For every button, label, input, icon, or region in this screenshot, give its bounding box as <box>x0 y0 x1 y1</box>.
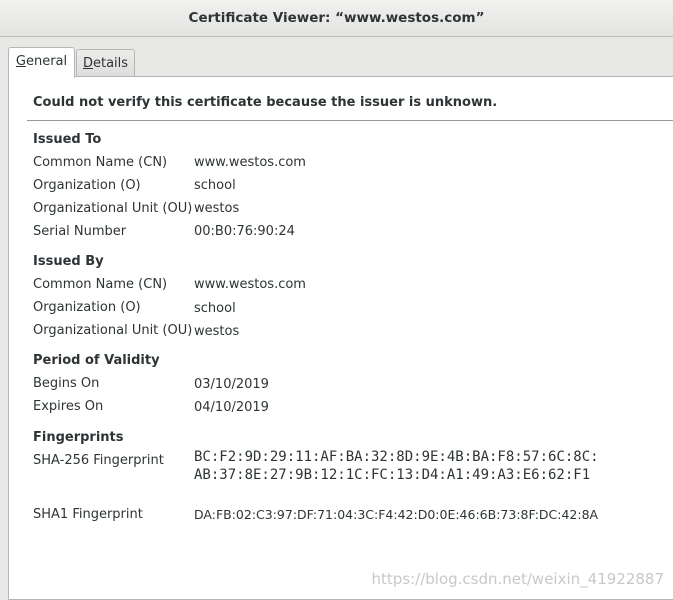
tab-details-mnemonic: D <box>82 56 93 71</box>
sha1-fingerprint-label: SHA1 Fingerprint <box>33 507 143 522</box>
issued-by-ou-label: Organizational Unit (OU) <box>33 323 193 338</box>
tab-general-mnemonic: G <box>15 54 26 69</box>
expires-on-label: Expires On <box>33 399 104 414</box>
serial-number-value[interactable]: 00:B0:76:90:24 <box>194 224 295 239</box>
issued-to-cn-label: Common Name (CN) <box>33 155 168 170</box>
issued-by-cn-label: Common Name (CN) <box>33 277 168 292</box>
sha256-fingerprint-line-2[interactable]: AB:37:8E:27:9B:12:1C:FC:13:D4:A1:49:A3:E… <box>194 467 590 484</box>
serial-number-label: Serial Number <box>33 224 127 239</box>
issued-to-o-value[interactable]: school <box>194 178 236 193</box>
begins-on-label: Begins On <box>33 376 100 391</box>
tab-general[interactable]: General <box>8 47 75 78</box>
fingerprints-heading: Fingerprints <box>33 430 124 445</box>
expires-on-value[interactable]: 04/10/2019 <box>194 400 269 415</box>
title-bar[interactable]: Certificate Viewer: “www.westos.com” <box>0 0 673 37</box>
separator <box>27 120 673 121</box>
sha256-fingerprint-line-1[interactable]: BC:F2:9D:29:11:AF:BA:32:8D:9E:4B:BA:F8:5… <box>194 449 599 466</box>
general-panel: Could not verify this certificate becaus… <box>8 76 673 600</box>
issued-to-cn-value[interactable]: www.westos.com <box>194 155 306 170</box>
tab-strip: General Details <box>0 37 673 78</box>
issued-by-cn-value[interactable]: www.westos.com <box>194 277 306 292</box>
issued-by-heading: Issued By <box>33 254 104 269</box>
issued-by-o-value[interactable]: school <box>194 301 236 316</box>
watermark-text: https://blog.csdn.net/weixin_41922887 <box>371 570 664 588</box>
issued-to-o-label: Organization (O) <box>33 178 141 193</box>
tab-details-label: etails <box>92 56 129 71</box>
begins-on-value[interactable]: 03/10/2019 <box>194 377 269 392</box>
verification-warning: Could not verify this certificate becaus… <box>33 95 498 110</box>
issued-by-o-label: Organization (O) <box>33 300 141 315</box>
sha256-fingerprint-label: SHA-256 Fingerprint <box>33 453 164 468</box>
sha1-fingerprint-value[interactable]: DA:FB:02:C3:97:DF:71:04:3C:F4:42:D0:0E:4… <box>194 507 598 522</box>
issued-to-ou-value[interactable]: westos <box>194 201 239 216</box>
tab-general-label: eneral <box>25 54 68 69</box>
window-title: Certificate Viewer: “www.westos.com” <box>188 10 485 26</box>
issued-to-heading: Issued To <box>33 132 102 147</box>
issued-to-ou-label: Organizational Unit (OU) <box>33 201 193 216</box>
tab-details[interactable]: Details <box>76 49 135 78</box>
issued-by-ou-value[interactable]: westos <box>194 324 239 339</box>
validity-heading: Period of Validity <box>33 353 160 368</box>
